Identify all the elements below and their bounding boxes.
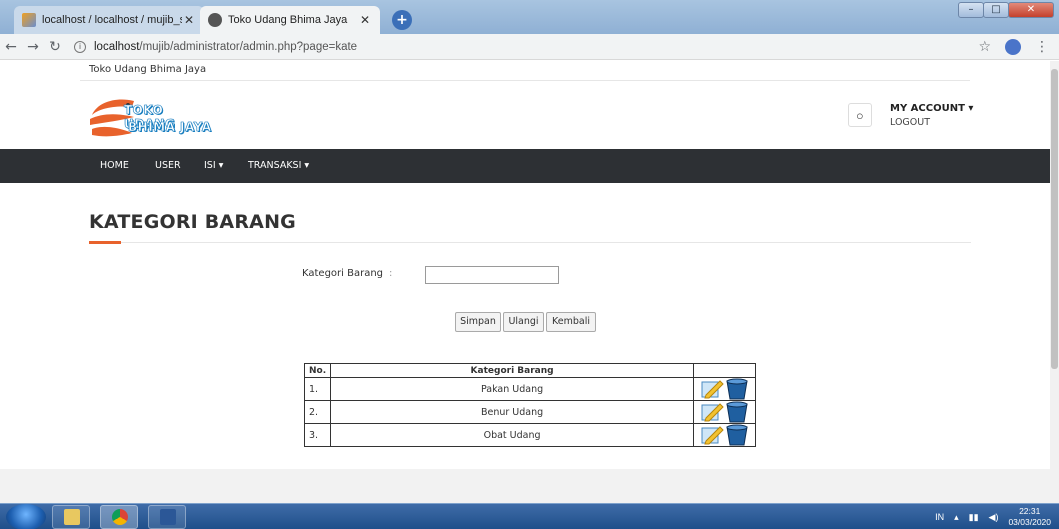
reload-icon[interactable]: ↻ (44, 39, 66, 55)
maximize-button[interactable]: □ (983, 2, 1009, 18)
header-no: No. (303, 363, 332, 378)
header-kategori: Kategori Barang (330, 363, 694, 378)
tab-title: Toko Udang Bhima Jaya (228, 14, 348, 26)
edit-icon[interactable] (700, 379, 724, 399)
divider (89, 242, 971, 243)
row-no: 2. (303, 400, 332, 424)
my-account-menu[interactable]: MY ACCOUNT ▾ (890, 103, 973, 114)
clock[interactable]: 22:31 03/03/2020 (1008, 506, 1051, 528)
row-no: 1. (303, 377, 332, 401)
close-window-button[interactable]: ✕ (1008, 2, 1054, 18)
ulangi-button[interactable]: Ulangi (503, 312, 544, 332)
row-actions (693, 423, 756, 447)
page-content: Toko Udang Bhima Jaya TOKO UDANG BHIMA J… (0, 61, 1050, 503)
tab-title: localhost / localhost / mujib_si_1 (42, 14, 182, 26)
menu-kebab-icon[interactable]: ⋮ (1035, 39, 1049, 55)
url-host: localhost (94, 40, 140, 53)
header-aksi (693, 363, 756, 378)
simpan-button[interactable]: Simpan (455, 312, 501, 332)
volume-icon[interactable]: ◀) (989, 512, 999, 523)
edit-icon[interactable] (700, 402, 724, 422)
globe-icon (208, 13, 222, 27)
kategori-colon: : (389, 268, 393, 279)
table-row: 3. Obat Udang (303, 423, 756, 447)
scrollbar-thumb[interactable] (1051, 69, 1058, 369)
logout-link[interactable]: LOGOUT (890, 117, 930, 128)
site-logo[interactable]: TOKO UDANG BHIMA JAYA (88, 93, 218, 143)
network-icon[interactable]: ▮▮ (969, 512, 979, 523)
logo-text-line2: BHIMA JAYA (128, 120, 212, 135)
system-tray: IN ▴ ▮▮ ◀) 22:31 03/03/2020 (935, 504, 1051, 529)
footer (0, 469, 1050, 503)
main-nav: HOME USER ISI ▾ TRANSAKSI ▾ (0, 149, 1050, 183)
site-top-text: Toko Udang Bhima Jaya (89, 64, 207, 75)
row-actions (693, 400, 756, 424)
user-icon[interactable]: ဝ (848, 103, 872, 127)
windows-taskbar: IN ▴ ▮▮ ◀) 22:31 03/03/2020 (0, 503, 1059, 529)
browser-tab-bar: localhost / localhost / mujib_si_1 ✕ Tok… (0, 0, 1059, 34)
nav-isi[interactable]: ISI ▾ (204, 149, 223, 183)
url-field[interactable]: i localhost/mujib/administrator/admin.ph… (74, 40, 358, 53)
edit-icon[interactable] (700, 425, 724, 445)
page-scrollbar[interactable] (1050, 61, 1059, 503)
table-row: 1. Pakan Udang (303, 377, 756, 401)
table-header-row: No. Kategori Barang (303, 363, 756, 378)
url-path: /mujib/administrator/admin.php?page=kate (139, 40, 358, 53)
table-row: 2. Benur Udang (303, 400, 756, 424)
bookmark-star-icon[interactable]: ☆ (978, 39, 991, 55)
title-accent-bar (89, 241, 121, 244)
browser-tab-toko[interactable]: Toko Udang Bhima Jaya ✕ (200, 6, 380, 34)
kembali-button[interactable]: Kembali (546, 312, 596, 332)
row-kategori: Pakan Udang (330, 377, 694, 401)
delete-bin-icon[interactable] (724, 378, 750, 400)
new-tab-button[interactable]: + (392, 10, 412, 30)
explorer-taskbar-button[interactable] (52, 505, 90, 529)
phpmyadmin-icon (22, 13, 36, 27)
clock-date: 03/03/2020 (1008, 517, 1051, 527)
info-icon[interactable]: i (74, 40, 86, 53)
chrome-icon (112, 509, 128, 525)
row-actions (693, 377, 756, 401)
delete-bin-icon[interactable] (724, 401, 750, 423)
tray-expand-icon[interactable]: ▴ (954, 512, 959, 523)
kategori-table: No. Kategori Barang 1. Pakan Udang 2. Be… (303, 363, 756, 447)
delete-bin-icon[interactable] (724, 424, 750, 446)
row-no: 3. (303, 423, 332, 447)
clock-time: 22:31 (1019, 506, 1041, 516)
close-icon[interactable]: ✕ (182, 13, 196, 27)
back-arrow-icon[interactable]: ← (0, 39, 22, 55)
nav-home[interactable]: HOME (100, 149, 129, 183)
row-kategori: Benur Udang (330, 400, 694, 424)
close-icon[interactable]: ✕ (358, 13, 372, 27)
minimize-button[interactable]: – (958, 2, 984, 18)
forward-arrow-icon[interactable]: → (22, 39, 44, 55)
chrome-taskbar-button[interactable] (100, 505, 138, 529)
kategori-label: Kategori Barang (302, 268, 384, 279)
language-indicator[interactable]: IN (935, 512, 944, 522)
word-taskbar-button[interactable] (148, 505, 186, 529)
browser-tab-phpmyadmin[interactable]: localhost / localhost / mujib_si_1 ✕ (14, 6, 204, 34)
profile-avatar[interactable] (1005, 39, 1021, 55)
folder-icon (64, 509, 80, 525)
address-bar: ← → ↻ i localhost/mujib/administrator/ad… (0, 34, 1059, 60)
kategori-input[interactable] (425, 266, 559, 284)
page-title: KATEGORI BARANG (89, 211, 296, 233)
nav-transaksi[interactable]: TRANSAKSI ▾ (248, 149, 309, 183)
start-button[interactable] (6, 504, 46, 529)
word-icon (160, 509, 176, 525)
row-kategori: Obat Udang (330, 423, 694, 447)
nav-user[interactable]: USER (155, 149, 181, 183)
divider (80, 80, 970, 81)
